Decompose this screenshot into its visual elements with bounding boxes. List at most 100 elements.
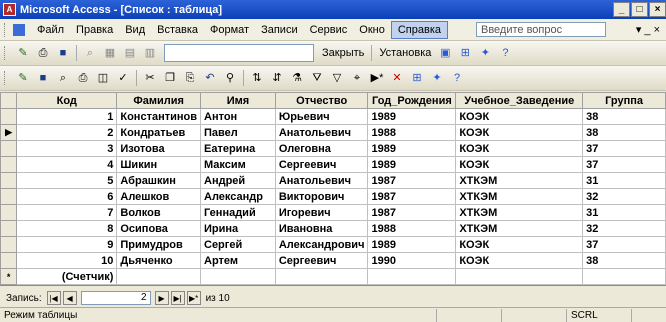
cell-birth-year[interactable]: 1989 xyxy=(367,140,457,157)
search-icon[interactable]: ⌕ xyxy=(55,70,71,86)
database-window-icon[interactable]: ⊞ xyxy=(457,45,473,61)
cell-patronymic[interactable]: Ивановна xyxy=(274,220,369,237)
cell-group[interactable] xyxy=(582,268,666,285)
col-header-surname[interactable]: Фамилия xyxy=(116,92,201,109)
help-icon[interactable]: ? xyxy=(497,45,513,61)
cell-id[interactable]: 6 xyxy=(16,188,118,205)
cell-group[interactable]: 37 xyxy=(582,156,666,173)
new-record-button[interactable]: ▶* xyxy=(186,291,201,305)
copy-icon[interactable]: ❐ xyxy=(162,70,178,86)
cell-id[interactable]: 7 xyxy=(16,204,118,221)
table-row[interactable]: 1 Константинов Антон Юрьевич 1989 КОЭК 38 xyxy=(0,108,666,125)
cell-id[interactable]: 1 xyxy=(16,108,118,125)
cell-institution[interactable]: КОЭК xyxy=(455,108,584,125)
menu-insert[interactable]: Вставка xyxy=(151,22,204,38)
col-header-birth-year[interactable]: Год_Рождения xyxy=(367,92,457,109)
help-question-input[interactable]: Введите вопрос xyxy=(476,22,606,37)
cell-surname[interactable]: Абрашкин xyxy=(116,172,201,189)
cell-institution[interactable] xyxy=(455,268,584,285)
cell-group[interactable]: 38 xyxy=(582,108,666,125)
cell-patronymic[interactable]: Игоревич xyxy=(274,204,369,221)
view-icon[interactable]: ✎ xyxy=(15,70,31,86)
cell-patronymic[interactable] xyxy=(274,268,369,285)
cell-institution[interactable]: КОЭК xyxy=(455,156,584,173)
cell-patronymic[interactable]: Сергеевич xyxy=(274,252,369,269)
col-header-id[interactable]: Код xyxy=(16,92,118,109)
cell-surname[interactable]: Дьяченко xyxy=(116,252,201,269)
cell-surname[interactable] xyxy=(116,268,201,285)
close-toolbar-button[interactable]: Закрыть xyxy=(318,47,368,59)
cell-institution[interactable]: КОЭК xyxy=(455,124,584,141)
cell-name[interactable]: Антон xyxy=(200,108,276,125)
table-row[interactable]: 8 Осипова Ирина Ивановна 1988 ХТКЭМ 32 xyxy=(0,220,666,237)
object-combo[interactable] xyxy=(164,44,314,62)
select-all-cell[interactable] xyxy=(0,92,18,109)
cell-surname[interactable]: Константинов xyxy=(116,108,201,125)
col-header-institution[interactable]: Учебное_Заведение xyxy=(455,92,584,109)
preview-icon[interactable]: ◫ xyxy=(95,70,111,86)
cell-group[interactable]: 31 xyxy=(582,204,666,221)
maximize-button[interactable]: □ xyxy=(631,2,648,17)
hyperlink-icon[interactable]: ⚲ xyxy=(222,70,238,86)
cell-group[interactable]: 37 xyxy=(582,140,666,157)
table-row[interactable]: ▶ 2 Кондратьев Павел Анатольевич 1988 КОЭК 38 xyxy=(0,124,666,141)
cell-birth-year[interactable]: 1987 xyxy=(367,172,457,189)
minimize-button[interactable]: _ xyxy=(613,2,630,17)
cell-surname[interactable]: Примудров xyxy=(116,236,201,253)
document-icon[interactable] xyxy=(13,23,25,36)
col-header-name[interactable]: Имя xyxy=(200,92,276,109)
cut-icon[interactable]: ✂ xyxy=(142,70,158,86)
row-selector[interactable]: ▶ xyxy=(0,124,18,141)
cell-birth-year[interactable] xyxy=(367,268,457,285)
cell-institution[interactable]: ХТКЭМ xyxy=(455,188,584,205)
new-record-icon[interactable]: ▶* xyxy=(369,70,385,86)
menu-help[interactable]: Справка xyxy=(390,20,448,39)
cell-name[interactable]: Ирина xyxy=(200,220,276,237)
cell-birth-year[interactable]: 1987 xyxy=(367,204,457,221)
cell-surname[interactable]: Кондратьев xyxy=(116,124,201,141)
doc-window-controls[interactable]: ▾ _ × xyxy=(636,23,660,36)
cell-institution[interactable]: ХТКЭМ xyxy=(455,172,584,189)
cell-id[interactable]: 3 xyxy=(16,140,118,157)
cell-institution[interactable]: ХТКЭМ xyxy=(455,204,584,221)
database-window-icon[interactable]: ⊞ xyxy=(409,70,425,86)
save-icon[interactable]: ■ xyxy=(55,45,71,61)
prev-record-button[interactable]: ◀ xyxy=(62,291,77,305)
current-record-input[interactable]: 2 xyxy=(80,291,151,305)
cell-surname[interactable]: Алешков xyxy=(116,188,201,205)
cell-name[interactable]: Андрей xyxy=(200,172,276,189)
cell-id[interactable]: 5 xyxy=(16,172,118,189)
menu-file[interactable]: Файл xyxy=(31,22,70,38)
cell-group[interactable]: 32 xyxy=(582,188,666,205)
row-selector[interactable] xyxy=(0,172,18,189)
cell-name[interactable]: Сергей xyxy=(200,236,276,253)
menu-tools[interactable]: Сервис xyxy=(304,22,354,38)
row-selector[interactable] xyxy=(0,108,18,125)
cell-birth-year[interactable]: 1989 xyxy=(367,236,457,253)
cell-group[interactable]: 38 xyxy=(582,124,666,141)
report-icon[interactable]: ▥ xyxy=(142,45,158,61)
row-selector[interactable] xyxy=(0,140,18,157)
help-icon[interactable]: ? xyxy=(449,70,465,86)
apply-filter-icon[interactable]: ▽ xyxy=(329,70,345,86)
cell-patronymic[interactable]: Сергеевич xyxy=(274,156,369,173)
sort-ascending-icon[interactable]: ⇅ xyxy=(249,70,265,86)
cell-id[interactable]: 9 xyxy=(16,236,118,253)
cell-id[interactable]: 10 xyxy=(16,252,118,269)
row-selector[interactable] xyxy=(0,188,18,205)
cell-institution[interactable]: ХТКЭМ xyxy=(455,220,584,237)
paste-icon[interactable]: ⎘ xyxy=(182,70,198,86)
new-row-marker[interactable]: * xyxy=(0,268,18,285)
menu-grip[interactable] xyxy=(4,22,8,37)
delete-record-icon[interactable]: ✕ xyxy=(389,70,405,86)
toolbar-grip[interactable] xyxy=(4,71,8,85)
cell-id[interactable]: 2 xyxy=(16,124,118,141)
row-selector[interactable] xyxy=(0,252,18,269)
new-object-icon[interactable]: ✦ xyxy=(429,70,445,86)
close-button[interactable]: × xyxy=(649,2,666,17)
first-record-button[interactable]: |◀ xyxy=(46,291,61,305)
cell-group[interactable]: 38 xyxy=(582,252,666,269)
last-record-button[interactable]: ▶| xyxy=(170,291,185,305)
row-selector[interactable] xyxy=(0,204,18,221)
cell-surname[interactable]: Волков xyxy=(116,204,201,221)
